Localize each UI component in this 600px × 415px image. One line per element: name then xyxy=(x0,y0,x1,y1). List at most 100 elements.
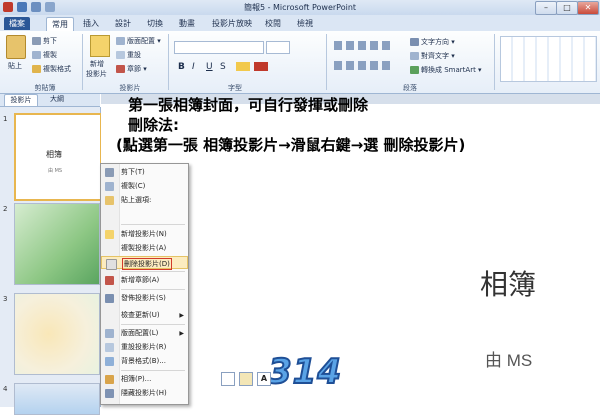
tab-outline[interactable]: 大綱 xyxy=(44,94,70,105)
new-slide-button[interactable]: 新增 xyxy=(90,59,104,69)
slide-thumbnail[interactable] xyxy=(14,293,100,375)
thumbnail-title: 相簿 xyxy=(46,150,62,159)
window-title: 簡報5 - Microsoft PowerPoint xyxy=(243,3,357,12)
tab-slideshow[interactable]: 投影片放映 xyxy=(208,17,256,30)
thumbnail-byline: 由 MS xyxy=(48,168,63,174)
layout-icon xyxy=(116,37,125,45)
scissors-icon xyxy=(32,37,41,45)
layout-icon xyxy=(105,329,114,338)
cut-button[interactable]: 剪下 xyxy=(32,36,57,46)
slide-thumbnail[interactable]: 相簿 由 MS xyxy=(14,113,102,201)
annotation-line: 刪除法: xyxy=(128,116,179,134)
section-icon xyxy=(105,276,114,285)
new-slide-icon[interactable] xyxy=(90,35,110,57)
menu-item-hide-slide[interactable]: 隱藏投影片(H) xyxy=(101,387,188,400)
reset-button[interactable]: 重設 xyxy=(116,50,141,60)
tab-design[interactable]: 設計 xyxy=(112,17,134,30)
paragraph-group-label: 段落 xyxy=(403,84,417,92)
panel-tabs: 投影片 大綱 xyxy=(0,94,100,107)
font-size-combo[interactable] xyxy=(266,41,290,54)
paste-icon xyxy=(105,196,114,205)
paste-option-theme[interactable] xyxy=(221,372,235,386)
chevron-right-icon: ▶ xyxy=(179,312,184,319)
bold-button[interactable]: B xyxy=(178,62,185,72)
menu-item-new-slide[interactable]: 新增投影片(N) xyxy=(101,228,188,241)
menu-item-photo-album[interactable]: 相簿(P)... xyxy=(101,373,188,386)
context-menu: 剪下(T) 複製(C) 貼上選項: A 新增投影片(N) 複製投影片(A) 刪除… xyxy=(100,163,271,405)
highlight-icon[interactable] xyxy=(236,62,250,71)
ribbon: 貼上 剪下 複製 複製格式 剪貼簿 新增 投影片 版面配置 ▾ 重設 章節 ▾ … xyxy=(0,31,600,94)
menu-item-add-section[interactable]: 新增章節(A) xyxy=(101,274,188,287)
slides-panel: 1 相簿 由 MS 2 3 4 xyxy=(0,107,102,415)
copy-icon xyxy=(105,182,114,191)
align-text-button[interactable]: 對齊文字 ▾ xyxy=(410,51,455,61)
font-color-icon[interactable] xyxy=(254,62,268,71)
new-slide-icon xyxy=(105,230,114,239)
slide-byline[interactable]: 由 MS xyxy=(485,346,532,371)
tab-file[interactable]: 檔案 xyxy=(4,17,30,30)
menu-separator xyxy=(121,289,185,290)
tab-home[interactable]: 常用 xyxy=(46,17,74,31)
ribbon-tabs: 檔案 常用 插入 設計 切換 動畫 投影片放映 校閱 檢視 xyxy=(0,15,600,32)
new-slide-button-label[interactable]: 投影片 xyxy=(86,69,107,79)
tab-review[interactable]: 校閱 xyxy=(262,17,284,30)
menu-separator xyxy=(121,271,185,272)
close-button[interactable]: ✕ xyxy=(577,1,599,15)
paste-option-keep-format[interactable] xyxy=(239,372,253,386)
reset-icon xyxy=(116,51,125,59)
paste-option-text-only[interactable]: A xyxy=(257,372,271,386)
menu-item-paste-options: 貼上選項: xyxy=(101,194,188,207)
tab-slides[interactable]: 投影片 xyxy=(4,94,38,106)
menu-item-check-updates[interactable]: 檢查更新(U) ▶ xyxy=(101,309,188,322)
text-direction-button[interactable]: 文字方向 ▾ xyxy=(410,37,455,47)
slide-thumbnail[interactable] xyxy=(14,383,100,415)
strike-button[interactable]: S xyxy=(220,62,226,72)
font-name-combo[interactable] xyxy=(174,41,264,54)
paste-icon[interactable] xyxy=(6,35,26,59)
list-buttons[interactable] xyxy=(334,41,394,50)
hide-slide-icon xyxy=(105,389,114,398)
chevron-right-icon: ▶ xyxy=(179,330,184,337)
slide-thumbnail[interactable] xyxy=(14,203,100,285)
italic-button[interactable]: I xyxy=(192,62,195,72)
background-icon xyxy=(105,357,114,366)
alignment-buttons[interactable] xyxy=(334,61,394,70)
menu-item-duplicate-slide[interactable]: 複製投影片(A) xyxy=(101,242,188,255)
menu-item-reset-slide[interactable]: 重設投影片(R) xyxy=(101,341,188,354)
layout-button[interactable]: 版面配置 ▾ xyxy=(116,36,161,46)
reset-icon xyxy=(105,343,114,352)
maximize-button[interactable]: □ xyxy=(556,1,578,15)
menu-item-delete-slide[interactable]: 刪除投影片(D) xyxy=(101,256,188,270)
slide-number: 3 xyxy=(3,295,8,303)
tab-insert[interactable]: 插入 xyxy=(80,17,102,30)
format-painter-button[interactable]: 複製格式 xyxy=(32,64,71,74)
copy-icon xyxy=(32,51,41,59)
group-separator xyxy=(82,34,83,90)
tab-view[interactable]: 檢視 xyxy=(294,17,316,30)
tab-transitions[interactable]: 切換 xyxy=(144,17,166,30)
menu-item-layout[interactable]: 版面配置(L) ▶ xyxy=(101,327,188,340)
slide-number: 4 xyxy=(3,385,8,393)
menu-item-copy[interactable]: 複製(C) xyxy=(101,180,188,193)
smartart-icon xyxy=(410,66,419,74)
section-button[interactable]: 章節 ▾ xyxy=(116,64,147,74)
menu-item-format-background[interactable]: 背景格式(B)... xyxy=(101,355,188,368)
copy-button[interactable]: 複製 xyxy=(32,50,57,60)
underline-button[interactable]: U xyxy=(206,62,213,72)
paste-button[interactable]: 貼上 xyxy=(8,61,22,71)
smartart-button[interactable]: 轉換成 SmartArt ▾ xyxy=(410,65,482,75)
scissors-icon xyxy=(105,168,114,177)
font-group-label: 字型 xyxy=(228,84,242,92)
publish-icon xyxy=(105,294,114,303)
menu-item-publish-slides[interactable]: 發佈投影片(S) xyxy=(101,292,188,305)
watermark: 314 xyxy=(267,351,342,393)
menu-item-cut[interactable]: 剪下(T) xyxy=(101,166,188,179)
slide-title[interactable]: 相簿 xyxy=(480,263,536,303)
align-text-icon xyxy=(410,52,419,60)
slide-number: 2 xyxy=(3,205,8,213)
menu-separator xyxy=(121,324,185,325)
shapes-gallery[interactable] xyxy=(500,36,597,82)
tab-animations[interactable]: 動畫 xyxy=(176,17,198,30)
group-separator xyxy=(494,34,495,90)
minimize-button[interactable]: – xyxy=(535,1,557,15)
